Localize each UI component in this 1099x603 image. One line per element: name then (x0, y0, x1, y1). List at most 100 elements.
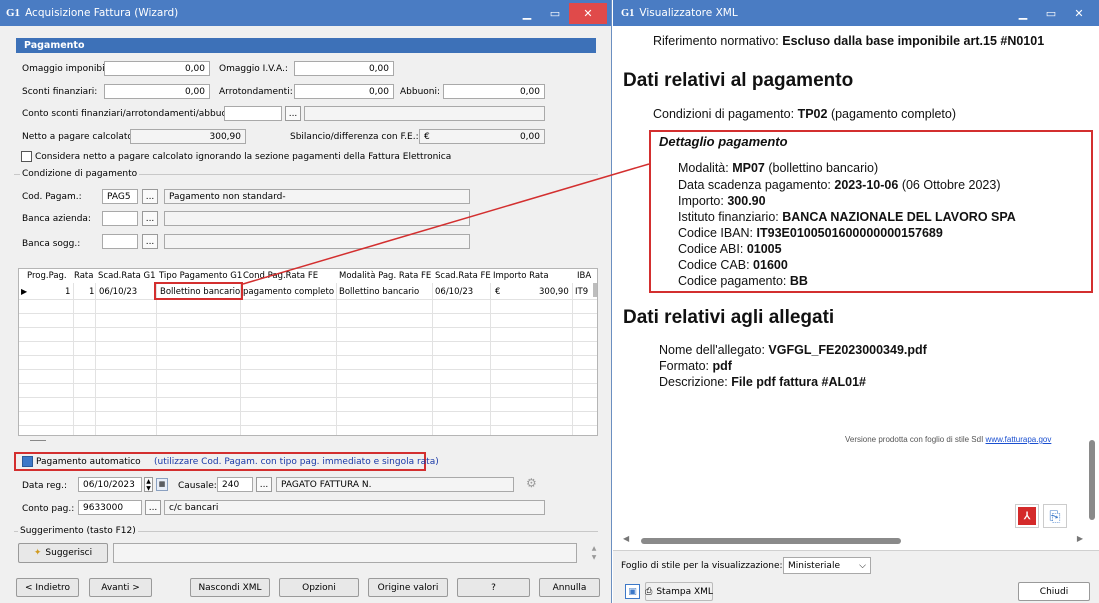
conto-pag-desc: c/c bancari (164, 500, 545, 515)
cod-pagam-field[interactable]: PAG5 (102, 189, 138, 204)
opzioni-button[interactable]: Opzioni (279, 578, 359, 597)
conto-sconti-field[interactable] (224, 106, 282, 121)
banca-azienda-desc (164, 211, 470, 226)
banca-sogg-label: Banca sogg.: (22, 239, 81, 249)
nome-allegato-label: Nome dell'allegato: (659, 343, 765, 357)
suggerisci-button[interactable]: ✦ Suggerisci (18, 543, 108, 563)
condizioni-line: Condizioni di pagamento: TP02 (pagamento… (653, 107, 956, 121)
formato-label: Formato: (659, 359, 710, 373)
date-spin-button[interactable]: ▲ ▼ (144, 477, 153, 492)
section-pagamento: Pagamento (16, 38, 596, 53)
xml-close-icon[interactable]: ✕ (1065, 3, 1093, 23)
xml-minimize-icon[interactable]: ▁ (1009, 3, 1037, 23)
considera-label: Considera netto a pagare calcolato ignor… (35, 152, 452, 162)
xml-maximize-icon[interactable]: ▭ (1037, 3, 1065, 23)
suggerimento-field (113, 543, 577, 563)
rif-normativo-line: Riferimento normativo: Escluso dalla bas… (653, 34, 1044, 48)
sconti-field[interactable]: 0,00 (104, 84, 210, 99)
pag-auto-checkbox[interactable] (22, 456, 33, 467)
versione-text: Versione prodotta con foglio di stile Sd… (845, 435, 984, 444)
stampa-label: Stampa XML (656, 586, 713, 597)
grid-splitter[interactable] (30, 440, 46, 441)
considera-checkbox[interactable] (21, 151, 32, 162)
app-logo: G1 (6, 7, 21, 19)
wand-icon: ✦ (33, 548, 42, 558)
chiudi-button[interactable]: Chiudi (1018, 582, 1090, 601)
rate-grid[interactable]: Prog.Pag. Rata Scad.Rata G1 Tipo Pagamen… (18, 268, 598, 436)
nascondi-xml-button[interactable]: Nascondi XML (190, 578, 270, 597)
abbuoni-label: Abbuoni: (400, 87, 441, 97)
attachment-icon[interactable]: ⎘ (1043, 504, 1067, 528)
scroll-right-icon[interactable]: ▶ (1077, 534, 1083, 543)
conto-pag-lookup-button[interactable]: ... (145, 500, 161, 515)
origine-valori-button[interactable]: Origine valori (368, 578, 448, 597)
minimize-icon[interactable]: ▁ (513, 3, 541, 23)
sbilancio-value: 0,00 (519, 131, 540, 142)
arrotondamenti-label: Arrotondamenti: (219, 87, 293, 97)
foglio-label: Foglio di stile per la visualizzazione: (621, 561, 783, 571)
xml-viewer-title: Visualizzatore XML (639, 7, 738, 19)
printer-icon: ⎙ (645, 586, 653, 597)
netto-field: 300,90 (130, 129, 246, 144)
xml-horizontal-scrollbar[interactable]: ◀ ▶ (623, 534, 1083, 546)
abbuoni-field[interactable]: 0,00 (443, 84, 545, 99)
gear-icon[interactable]: ⚙ (526, 476, 542, 492)
arrotondamenti-field[interactable]: 0,00 (294, 84, 394, 99)
foglio-select[interactable]: Ministeriale ⌵ (783, 557, 871, 574)
data-reg-field[interactable]: 06/10/2023 (78, 477, 142, 492)
data-reg-label: Data reg.: (22, 481, 67, 491)
fatturapa-link[interactable]: www.fatturapa.gov (986, 435, 1052, 444)
conto-pag-field[interactable]: 9633000 (78, 500, 142, 515)
causale-field[interactable]: 240 (217, 477, 253, 492)
suggerimento-group-label: Suggerimento (tasto F12) (18, 526, 138, 536)
banca-sogg-lookup-button[interactable]: ... (142, 234, 158, 249)
causale-label: Causale: (178, 481, 217, 491)
suggerisci-label: Suggerisci (45, 548, 93, 558)
cod-pagam-label: Cod. Pagam.: (22, 192, 82, 202)
formato-value: pdf (712, 359, 732, 373)
xml-vertical-scrollbar[interactable] (1088, 30, 1096, 535)
annulla-button[interactable]: Annulla (539, 578, 600, 597)
scroll-left-icon[interactable]: ◀ (623, 534, 629, 543)
chevron-down-icon: ⌵ (859, 560, 866, 571)
formato-line: Formato: pdf (659, 359, 732, 373)
rif-value: Escluso dalla base imponibile art.15 #N0… (782, 34, 1045, 48)
omaggio-iva-field[interactable]: 0,00 (294, 61, 394, 76)
omaggio-imponibile-field[interactable]: 0,00 (104, 61, 210, 76)
maximize-icon[interactable]: ▭ (541, 3, 569, 23)
indietro-button[interactable]: < Indietro (16, 578, 79, 597)
pag-auto-label: Pagamento automatico (36, 457, 141, 467)
banca-sogg-field[interactable] (102, 234, 138, 249)
suggerimento-scroll[interactable]: ▲ ▼ (590, 544, 598, 562)
cod-pagam-desc: Pagamento non standard- (164, 189, 470, 204)
xml-viewer-window: G1 Visualizzatore XML ▁ ▭ ✕ Riferimento … (613, 0, 1099, 603)
stampa-xml-button[interactable]: ⎙ Stampa XML (645, 582, 713, 601)
close-icon[interactable]: ✕ (569, 2, 607, 24)
avanti-button[interactable]: Avanti > (89, 578, 152, 597)
omaggio-imponibile-label: Omaggio imponibile: (22, 64, 116, 74)
conto-sconti-lookup-button[interactable]: ... (285, 106, 301, 121)
condizioni-desc: (pagamento completo) (830, 107, 957, 121)
banca-azienda-field[interactable] (102, 211, 138, 226)
descrizione-line: Descrizione: File pdf fattura #AL01# (659, 375, 866, 389)
sconti-label: Sconti finanziari: (22, 87, 98, 97)
wizard-window: G1 Acquisizione Fattura (Wizard) ▁ ▭ ✕ P… (0, 0, 612, 603)
heading-allegati: Dati relativi agli allegati (623, 307, 835, 328)
pdf-icon[interactable]: ⅄ (1015, 504, 1039, 528)
save-icon[interactable]: ▣ (625, 584, 640, 599)
wizard-title: Acquisizione Fattura (Wizard) (25, 7, 179, 19)
xml-vscroll-thumb[interactable] (1089, 440, 1095, 520)
banca-azienda-lookup-button[interactable]: ... (142, 211, 158, 226)
sbilancio-label: Sbilancio/differenza con F.E.: (290, 132, 419, 142)
cod-pagam-lookup-button[interactable]: ... (142, 189, 158, 204)
calendar-icon[interactable]: ▦ (156, 478, 168, 491)
heading-pagamento: Dati relativi al pagamento (623, 70, 854, 91)
versione-line: Versione prodotta con foglio di stile Sd… (845, 435, 1051, 444)
xml-app-logo: G1 (621, 7, 635, 19)
causale-lookup-button[interactable]: ... (256, 477, 272, 492)
xml-hscroll-thumb[interactable] (641, 538, 901, 544)
grid-lines (19, 283, 597, 435)
help-button[interactable]: ? (457, 578, 530, 597)
netto-label: Netto a pagare calcolato: (22, 132, 136, 142)
condizioni-code: TP02 (797, 107, 828, 121)
